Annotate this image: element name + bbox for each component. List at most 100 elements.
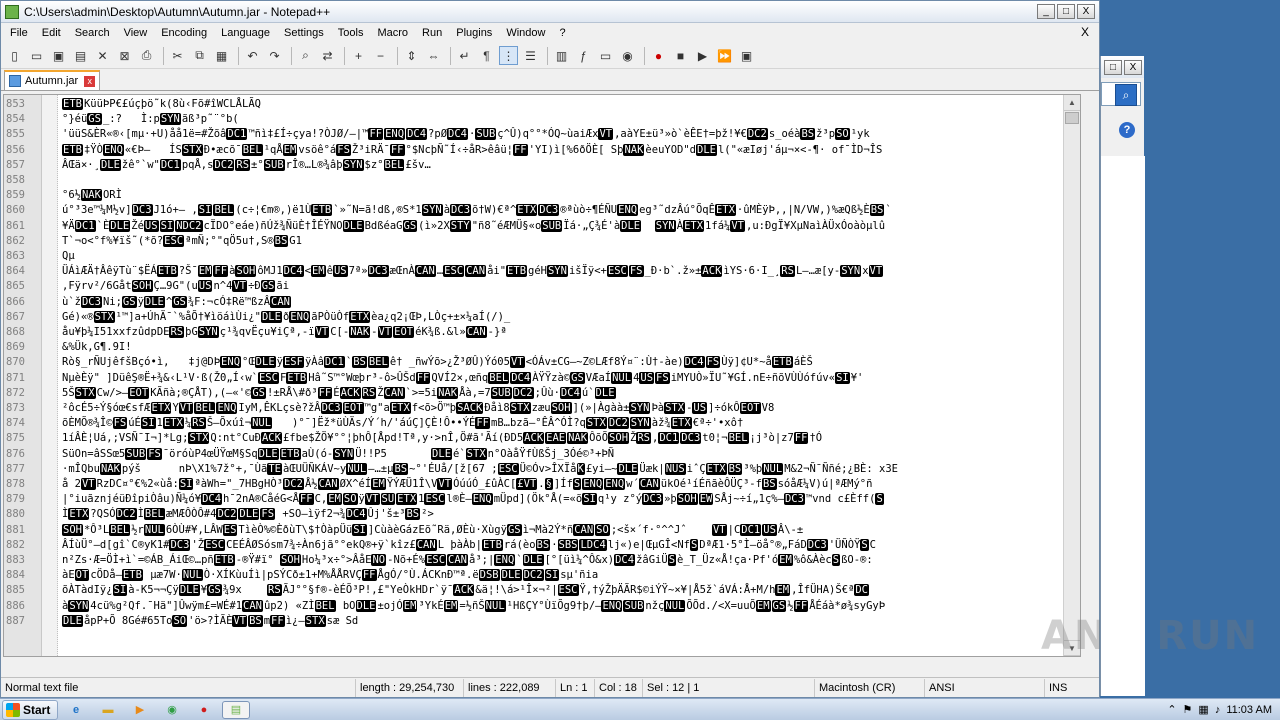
sync-horizontal-icon[interactable]: ⇔ [424,46,443,65]
indent-guide-icon[interactable]: ⋮ [499,46,518,65]
close-window-button[interactable]: X [1077,4,1095,19]
new-file-icon[interactable]: ▯ [5,46,24,65]
media-player-icon[interactable]: ▶ [126,701,154,719]
paste-icon[interactable]: ▦ [212,46,231,65]
menu-macro[interactable]: Macro [370,23,415,43]
text-line[interactable]: 871 NµèÈÿ" ]DüêŞ®Ë+¾&‹L¹V·ß(Ž0„Í‹w`ESC FET… [4,371,1080,386]
copy-icon[interactable]: ⧉ [190,46,209,65]
menu-search[interactable]: Search [68,23,117,43]
explorer-icon[interactable]: ▬ [94,701,122,719]
scroll-up-icon[interactable]: ▲ [1064,95,1080,111]
text-line[interactable]: 886 àSYN 4cü%g²Qf.¯Hä"]Ûwÿm£=WÉ#1CAN ûp2) «… [4,599,1080,614]
replace-icon[interactable]: ⇄ [318,46,337,65]
text-line[interactable]: 870 Rò§_rÑUjêfšBçó•ì, ‡j@DÞENQ °ŒDLE ÿESF ÿÀ… [4,355,1080,370]
user-language-icon[interactable]: ☰ [521,46,540,65]
title-bar[interactable]: C:\Users\admin\Desktop\Autumn\Autumn.jar… [1,1,1099,23]
text-line[interactable]: 853 ETB KüüÞP€£úçþö˜k(8ù‹Fõ#îWCLÅLÃQ [4,97,1080,112]
text-line[interactable]: 885 õÀTàdIÿ¿SI à-K5¬¬ÇÿDLE ¥GS ¾9x RS ÃJ°°§f®… [4,583,1080,598]
save-all-icon[interactable]: ▤ [71,46,90,65]
tab-autumn-jar[interactable]: Autumn.jar x [4,70,101,90]
menu-language[interactable]: Language [214,23,277,43]
text-line[interactable]: 866 ù`žDC3 Ni;GS ÿDLE ^GS ¾F:¬cÓ‡Rë™ßzÂCAN [4,295,1080,310]
text-line[interactable]: 877 ·mÎQbuNAK pýš nÞ\X1%7ž°+,¯ÙãTE àŒUÜÑKÁV… [4,462,1080,477]
text-line[interactable]: 862 T`¬o<°f%¥ïš˜(*õ?ESC ªmÑ;°"qÖ5u†‚S®BS G1 [4,234,1080,249]
show-all-chars-icon[interactable]: ¶ [477,46,496,65]
text-line[interactable]: 876 SüOn=âSSœ5SUB FS ¯öróùP4œÜŸœM§SqDLE ETB a… [4,447,1080,462]
text-line[interactable]: 880 ÌETX ?QSÓDC2 ÌBEL æMÆÔÒÔ#4DC2 DLE FS +SO–ì… [4,507,1080,522]
doc-map-icon[interactable]: ▥ [552,46,571,65]
clock[interactable]: 11:03 AM [1226,704,1272,716]
text-line[interactable]: 868 åu¥þ¼I51xxfzûdpDERS þGSYN ç¹¾qvËçu¥iÇª,… [4,325,1080,340]
notepadpp-icon[interactable]: ▤ [222,700,250,719]
text-line[interactable]: 875 1íÂÈ¦Uá,;VSÑ¯I¬]*Lg;STX Q:nt°CuÐACK £fb… [4,431,1080,446]
menu-plugins[interactable]: Plugins [449,23,499,43]
text-line[interactable]: 869 &%Ük,G¶.9I! [4,340,1080,355]
sync-vertical-icon[interactable]: ⇕ [402,46,421,65]
menu-settings[interactable]: Settings [277,23,331,43]
menu-tools[interactable]: Tools [331,23,371,43]
close-document-button[interactable]: X [1081,25,1089,39]
print-icon[interactable]: ⎙ [137,46,156,65]
start-button[interactable]: Start [2,699,58,720]
menu-window[interactable]: Window [499,23,552,43]
ie-icon[interactable]: e [62,701,90,719]
text-line[interactable]: 865 ‚Fÿrv²/6GåtSOH Ç…9G"(uUS n^4VT ÷ÐGS ãi [4,279,1080,294]
zoom-in-icon[interactable]: + [349,46,368,65]
tray-arrow-icon[interactable]: ⌃ [1167,703,1176,716]
monitoring-icon[interactable]: ◉ [618,46,637,65]
search-icon[interactable]: ⌕ [1115,84,1137,106]
close-all-icon[interactable]: ⊠ [115,46,134,65]
open-file-icon[interactable]: ▭ [27,46,46,65]
text-line[interactable]: 856 ETB ‡ŸÒENQ «€Þ– ÍSSTX Ð•æcõ¯BEL ¹qÅEM vsöê… [4,143,1080,158]
menu-help[interactable]: ? [552,23,572,43]
text-editor[interactable]: 853 ETB KüüÞP€£úçþö˜k(8ù‹Fõ#îWCLÅLÃQ 854 °}é… [3,94,1081,657]
text-line[interactable]: 861 ¥ÄDC1 `ÈDLE ŽéUS SI NDC2 cÏDO°eáe)ñÚž¾ÑüÈ†… [4,219,1080,234]
text-line[interactable]: 874 õÈMÕ®¾Î©FS úÉSI 1ETX ¼RS Š–Õxúî¬NUL )°¯]Ë… [4,416,1080,431]
undo-icon[interactable]: ↶ [243,46,262,65]
network-icon[interactable]: ▦ [1198,703,1208,716]
background-window-titlebar[interactable]: □ X [1101,56,1144,78]
menu-view[interactable]: View [117,23,155,43]
text-line[interactable]: 857 ÂŒä×·¸DLE žê°`w"DC1 pqÅ,sDC2 RS ±°SUB rÎ®…… [4,158,1080,173]
text-line[interactable]: 872 5ŠSTX Cw/>—EOT KÃñà;®ÇÅT),(–«'©GS !±RÅ\#… [4,386,1080,401]
text-line[interactable]: 873 ²ôcÉ5÷Ý§óœ€sfÆETX YVT BEL ENQ IyM,ÊKLçsè?… [4,401,1080,416]
text-line[interactable]: 878 å 2VT RzDC¤°€%2«ùå:SI ªàWh="_7HBgHÒ³DC2… [4,477,1080,492]
text-line[interactable]: 858 [4,173,1080,188]
help-icon[interactable]: ? [1119,122,1135,138]
bg-maximize-button[interactable]: □ [1104,59,1122,75]
maximize-button[interactable]: □ [1057,4,1075,19]
text-line[interactable]: 882 ÂÍùÜ°–d[gî`C®yK1#DC3 'ŽESC CEÉÂØSósm7¾÷… [4,538,1080,553]
text-line[interactable]: 884 àEOT cÖDå–ETB µæ7W·NUL Ò·XÍKùuÍì|pSÝCð±… [4,568,1080,583]
save-icon[interactable]: ▣ [49,46,68,65]
text-line[interactable]: 881 SOH *Ô³LBEL ½rNUL 6ÒÙ#¥,LÂWES TìèÒ%©ÈðùT\… [4,523,1080,538]
record-macro-icon[interactable]: ● [649,46,668,65]
opera-icon[interactable]: ● [190,701,218,719]
close-icon[interactable]: ✕ [93,46,112,65]
text-line[interactable]: 887 DLE åpP+Õ 8Gé#65ToSO'ö>?ÌÃÈVT BS mFF ì¿—S… [4,614,1080,629]
redo-icon[interactable]: ↷ [265,46,284,65]
text-line[interactable]: 854 °}éüGS _:? Ì:pSYN ãß³p˜¨°b( [4,112,1080,127]
chrome-icon[interactable]: ◉ [158,701,186,719]
zoom-out-icon[interactable]: − [371,46,390,65]
menu-edit[interactable]: Edit [35,23,68,43]
bg-close-button[interactable]: X [1124,59,1142,75]
text-line[interactable]: 859 °6½NAK ORÌ [4,188,1080,203]
find-icon[interactable]: ⌕ [296,46,315,65]
text-line[interactable]: 879 |°iuãznjéüÐîpiÒâu)Ñ¼ó¥DC4 h¯2nA®CåéG<Å… [4,492,1080,507]
volume-icon[interactable]: ♪ [1215,704,1221,716]
flag-icon[interactable]: ⚑ [1183,703,1193,716]
text-line[interactable]: 860 ú°³3e™¼M½v]DC3 J1ó+– ,SI BEL (c÷¦€m®‚)ë1… [4,203,1080,218]
cut-icon[interactable]: ✂ [168,46,187,65]
minimize-button[interactable]: _ [1037,4,1055,19]
folder-workspace-icon[interactable]: ▭ [596,46,615,65]
word-wrap-icon[interactable]: ↵ [455,46,474,65]
text-line[interactable]: 867 Gé)«®STX ¹™]a+ÚhÄ¯`%åÕ†¥ìöáìÙi¿"DLE ðEN… [4,310,1080,325]
tab-close-icon[interactable]: x [84,75,96,87]
run-macro-multiple-icon[interactable]: ⏩ [715,46,734,65]
text-line[interactable]: 863 Qµ [4,249,1080,264]
status-eol[interactable]: Macintosh (CR) [815,678,925,697]
menu-encoding[interactable]: Encoding [154,23,214,43]
text-line[interactable]: 864 ÜÁìÆÄ†ÂêÿTù¨$ËÁETB ?Š¯EM FF àSOH ôMJ1DC4 <… [4,264,1080,279]
scroll-thumb[interactable] [1065,112,1079,124]
menu-run[interactable]: Run [415,23,449,43]
